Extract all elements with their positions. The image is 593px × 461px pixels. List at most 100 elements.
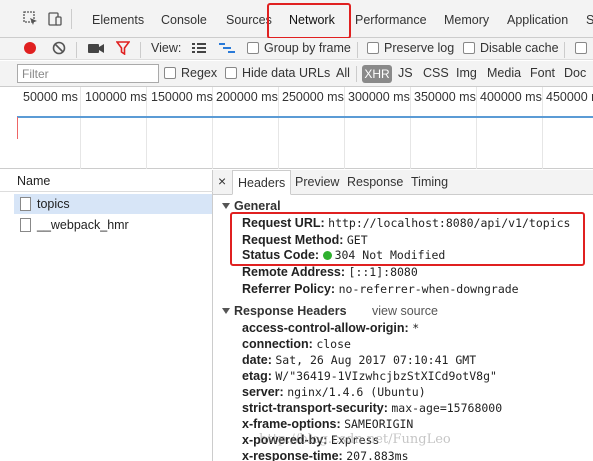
response-headers-section-header[interactable]: Response Headers [222,304,347,318]
toolbar-separator [76,42,77,58]
clear-icon[interactable] [52,41,66,55]
tab-memory[interactable]: Memory [444,0,489,38]
header-key: date: [242,353,272,367]
type-filter-font[interactable]: Font [530,66,555,80]
timeline-tick-label: 250000 ms [282,90,344,104]
tab-timing[interactable]: Timing [411,175,448,189]
general-highlight-box [230,212,585,266]
disable-cache-label: Disable cache [480,41,559,55]
header-key: access-control-allow-origin: [242,321,409,335]
screenshot-camera-icon[interactable] [88,42,104,54]
header-value: Sat, 26 Aug 2017 07:10:41 GMT [275,353,477,367]
tab-application[interactable]: Application [507,0,568,38]
header-key: strict-transport-security: [242,401,388,415]
record-icon[interactable] [23,41,37,55]
type-filter-media[interactable]: Media [487,66,521,80]
header-key: Referrer Policy: [242,282,336,296]
header-key: server: [242,385,284,399]
checkbox-box[interactable] [463,42,475,54]
waterfall-overview-icon[interactable] [219,42,235,54]
large-rows-icon[interactable] [192,42,206,54]
tab-sources[interactable]: Sources [226,0,272,38]
type-filter-js[interactable]: JS [398,66,413,80]
request-row-topics[interactable]: topics [14,194,212,214]
type-filter-img[interactable]: Img [456,66,477,80]
toolbar-separator [140,42,141,58]
general-section-header[interactable]: General [222,199,281,213]
header-value: nginx/1.4.6 (Ubuntu) [287,385,426,399]
toolbar-separator [564,42,565,58]
response-header-row: server: nginx/1.4.6 (Ubuntu) [242,385,426,399]
header-value: no-referrer-when-downgrade [338,282,519,296]
view-label: View: [151,41,182,55]
timeline-tick-label: 300000 ms [348,90,410,104]
toolbar-separator [357,42,358,58]
checkbox-box[interactable] [164,67,176,79]
header-key: Remote Address: [242,265,346,279]
regex-checkbox[interactable]: Regex [164,66,217,80]
header-value: [::1]:8080 [348,265,418,279]
watermark: http://blog.csdn.net/FungLeo [259,432,451,447]
network-tab-highlight [267,3,351,39]
network-toolbar: View: Group by frame Preserve log Disabl… [0,38,593,60]
expand-triangle-icon [222,308,230,314]
response-header-row: x-frame-options: SAMEORIGIN [242,417,413,431]
tab-response[interactable]: Response [347,175,403,189]
tab-preview[interactable]: Preview [295,175,339,189]
name-column-header[interactable]: Name [0,170,213,192]
timeline-gridline [410,87,411,169]
timeline-tick-label: 100000 ms [85,90,147,104]
filter-separator [356,66,357,82]
file-icon [20,197,31,211]
timeline-tick-label: 50000 ms [23,90,78,104]
timeline-gridline [344,87,345,169]
timeline-tick-label: 150000 ms [151,90,213,104]
close-details-icon[interactable]: × [218,173,226,189]
view-source-link[interactable]: view source [372,304,438,318]
inspect-element-icon[interactable] [23,11,39,27]
response-header-row: x-response-time: 207.883ms [242,449,409,461]
tab-elements[interactable]: Elements [92,0,144,38]
timeline-overview[interactable]: 50000 ms 100000 ms 150000 ms 200000 ms 2… [0,87,593,169]
general-remote-address: Remote Address: [::1]:8080 [242,265,418,279]
header-key: connection: [242,337,313,351]
checkbox-box[interactable] [225,67,237,79]
type-filter-doc[interactable]: Doc [564,66,586,80]
request-name: __webpack_hmr [37,218,129,232]
device-toolbar-icon[interactable] [47,11,63,27]
group-by-frame-checkbox[interactable]: Group by frame [247,41,351,55]
request-list: Name topics __webpack_hmr [0,170,213,461]
response-header-row: etag: W/"36419-1VIzwhcjbzStXICd9otV8g" [242,369,497,383]
preserve-log-checkbox[interactable]: Preserve log [367,41,454,55]
checkbox-box[interactable] [367,42,379,54]
request-row-webpack-hmr[interactable]: __webpack_hmr [14,215,212,235]
filter-funnel-icon[interactable] [116,41,130,55]
tab-separator [71,9,72,29]
tab-console[interactable]: Console [161,0,207,38]
type-filter-css[interactable]: CSS [423,66,449,80]
hide-data-urls-checkbox[interactable]: Hide data URLs [225,66,330,80]
type-filter-xhr[interactable]: XHR [362,65,392,83]
preserve-log-label: Preserve log [384,41,455,55]
timeline-tick-label: 450000 r [546,90,593,104]
general-referrer-policy: Referrer Policy: no-referrer-when-downgr… [242,282,519,296]
timeline-request-bar [17,116,593,118]
filter-input[interactable]: Filter [17,64,159,83]
type-filter-all[interactable]: All [336,66,350,80]
offline-checkbox[interactable] [575,41,592,55]
response-header-row: connection: close [242,337,351,351]
checkbox-box[interactable] [575,42,587,54]
response-headers-title: Response Headers [234,304,347,318]
tab-performance[interactable]: Performance [355,0,427,38]
checkbox-box[interactable] [247,42,259,54]
timeline-gridline [542,87,543,169]
timeline-gridline [80,87,81,169]
tab-headers[interactable]: Headers [232,170,292,195]
tab-security-truncated[interactable]: S [586,0,593,38]
disable-cache-checkbox[interactable]: Disable cache [463,41,559,55]
general-title: General [234,199,281,213]
timeline-tick-label: 200000 ms [216,90,278,104]
expand-triangle-icon [222,203,230,209]
response-header-row: strict-transport-security: max-age=15768… [242,401,502,415]
header-value: SAMEORIGIN [344,417,414,431]
